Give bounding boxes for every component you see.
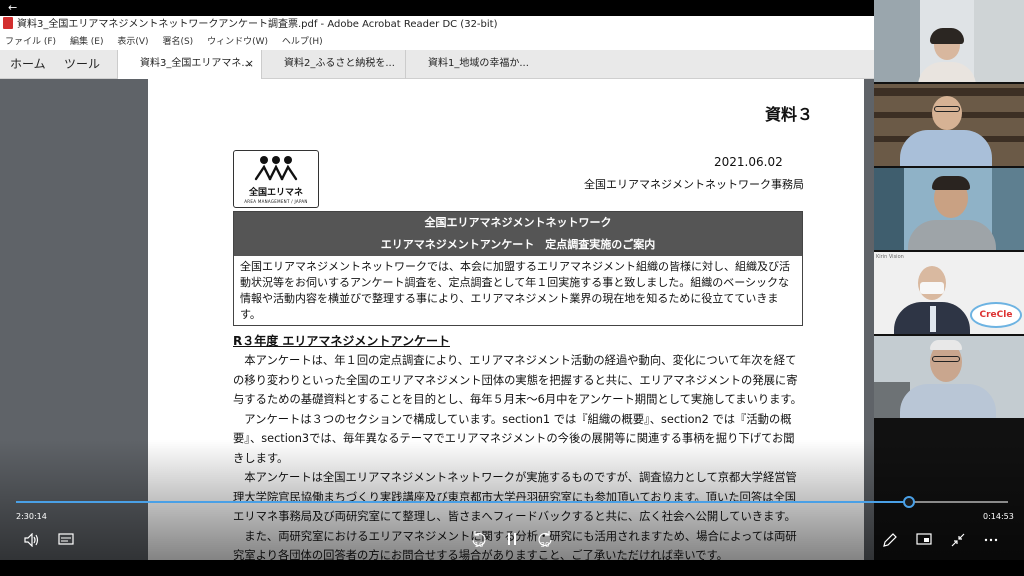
menu-window[interactable]: ウィンドウ(W) [207, 37, 268, 47]
elapsed-time: 2:30:14 [16, 512, 47, 521]
window-title: 資料3_全国エリアマネジメントネットワークアンケート調査票.pdf - Adob… [17, 19, 498, 30]
volume-icon[interactable] [24, 532, 40, 551]
skip-back-icon[interactable]: 10 [470, 530, 488, 552]
logo-subtitle: AREA MANAGEMENT / JAPAN [244, 199, 308, 204]
mask-icon [920, 282, 944, 294]
subtitles-icon[interactable] [58, 533, 74, 551]
back-arrow-icon[interactable]: ← [8, 2, 22, 14]
document-label: 資料３ [765, 105, 814, 124]
video-player-window: ← 資料3_全国エリアマネジメントネットワークアンケート調査票.pdf - Ad… [0, 0, 1024, 576]
menu-sign[interactable]: 署名(S) [162, 37, 193, 47]
logo-people-icon [254, 156, 298, 181]
document-office: 全国エリアマネジメントネットワーク事務局 [584, 178, 804, 191]
pdf-file-icon [3, 17, 13, 29]
participant-tile-1 [874, 0, 1024, 82]
participant-tile-3 [874, 168, 1024, 250]
tab-close-icon[interactable]: × [245, 50, 254, 78]
exit-fullscreen-icon[interactable] [950, 532, 966, 552]
paragraph-2: アンケートは３つのセクションで構成しています。section1 では『組織の概要… [233, 412, 795, 465]
pause-icon[interactable] [505, 531, 519, 551]
logo: 全国エリマネ AREA MANAGEMENT / JAPAN [233, 150, 319, 208]
more-options-icon[interactable] [983, 532, 999, 550]
notice-body: 全国エリアマネジメントネットワークでは、本会に加盟するエリアマネジメント組織の皆… [240, 260, 790, 321]
pdf-page: 資料３ 全国エリマネ AREA MANAGEMENT / JAPAN 2021.… [148, 79, 864, 560]
bottom-bar [0, 560, 1024, 576]
participant-name-tag: Kirin Vision [876, 254, 904, 260]
tab-tools[interactable]: ツール [64, 50, 100, 78]
seek-thumb[interactable] [903, 496, 915, 508]
tab-doc-1-label: 資料1_地域の幸福か... [428, 58, 529, 69]
remaining-time: 0:14:53 [983, 512, 1014, 521]
seek-progress [16, 501, 909, 503]
background-sign: CreCle [970, 302, 1022, 328]
document-date: 2021.06.02 [714, 155, 783, 169]
menu-file[interactable]: ファイル (F) [5, 37, 56, 47]
menu-view[interactable]: 表示(V) [117, 37, 148, 47]
tab-doc-2-label: 資料2_ふるさと納税を... [284, 58, 395, 69]
skip-forward-icon[interactable]: 30 [536, 530, 554, 552]
paragraph-3: 本アンケートは全国エリアマネジメントネットワークが実施するものですが、調査協力と… [233, 471, 797, 523]
tab-doc-3-label: 資料3_全国エリアマネ... [140, 58, 251, 69]
menu-edit[interactable]: 編集 (E) [70, 37, 104, 47]
participant-tile-2 [874, 84, 1024, 166]
skip-back-seconds: 10 [474, 541, 484, 549]
paragraph-1: 本アンケートは、年１回の定点調査により、エリアマネジメント活動の経過や動向、変化… [233, 354, 802, 406]
participant-tile-4: Kirin Vision CreCle [874, 252, 1024, 334]
avatar [932, 96, 962, 130]
menu-bar: ファイル (F) 編集 (E) 表示(V) 署名(S) ウィンドウ(W) ヘルプ… [0, 34, 874, 50]
miniplayer-icon[interactable] [916, 532, 932, 550]
body-text: 本アンケートは、年１回の定点調査により、エリアマネジメント活動の経過や動向、変化… [233, 351, 803, 560]
tab-doc-3[interactable]: 資料3_全国エリアマネ... × [117, 50, 261, 79]
skip-forward-seconds: 30 [540, 541, 550, 549]
tab-bar: ホーム ツール 資料3_全国エリアマネ... × 資料2_ふるさと納税を... … [0, 50, 874, 79]
logo-name: 全国エリマネ [248, 188, 303, 198]
section-title: R３年度 エリアマネジメントアンケート [233, 334, 450, 348]
document-viewport[interactable]: 資料３ 全国エリマネ AREA MANAGEMENT / JAPAN 2021.… [0, 79, 874, 560]
notice-box-header: 全国エリアマネジメントネットワーク エリアマネジメントアンケート 定点調査実施の… [234, 212, 802, 256]
notice-title-1: 全国エリアマネジメントネットワーク [424, 216, 612, 229]
menu-help[interactable]: ヘルプ(H) [282, 37, 323, 47]
player-top-bar: ← [0, 0, 1024, 16]
tab-doc-2[interactable]: 資料2_ふるさと納税を... [261, 50, 405, 79]
participant-tile-5 [874, 336, 1024, 418]
tab-home[interactable]: ホーム [10, 50, 46, 78]
notice-title-2: エリアマネジメントアンケート 定点調査実施のご案内 [380, 238, 656, 251]
participant-column: Kirin Vision CreCle [874, 0, 1024, 576]
notice-box: 全国エリアマネジメントネットワーク エリアマネジメントアンケート 定点調査実施の… [233, 211, 803, 326]
tab-doc-1[interactable]: 資料1_地域の幸福か... [405, 50, 549, 79]
edit-pen-icon[interactable] [882, 532, 898, 552]
app-title-bar: 資料3_全国エリアマネジメントネットワークアンケート調査票.pdf - Adob… [0, 16, 874, 34]
